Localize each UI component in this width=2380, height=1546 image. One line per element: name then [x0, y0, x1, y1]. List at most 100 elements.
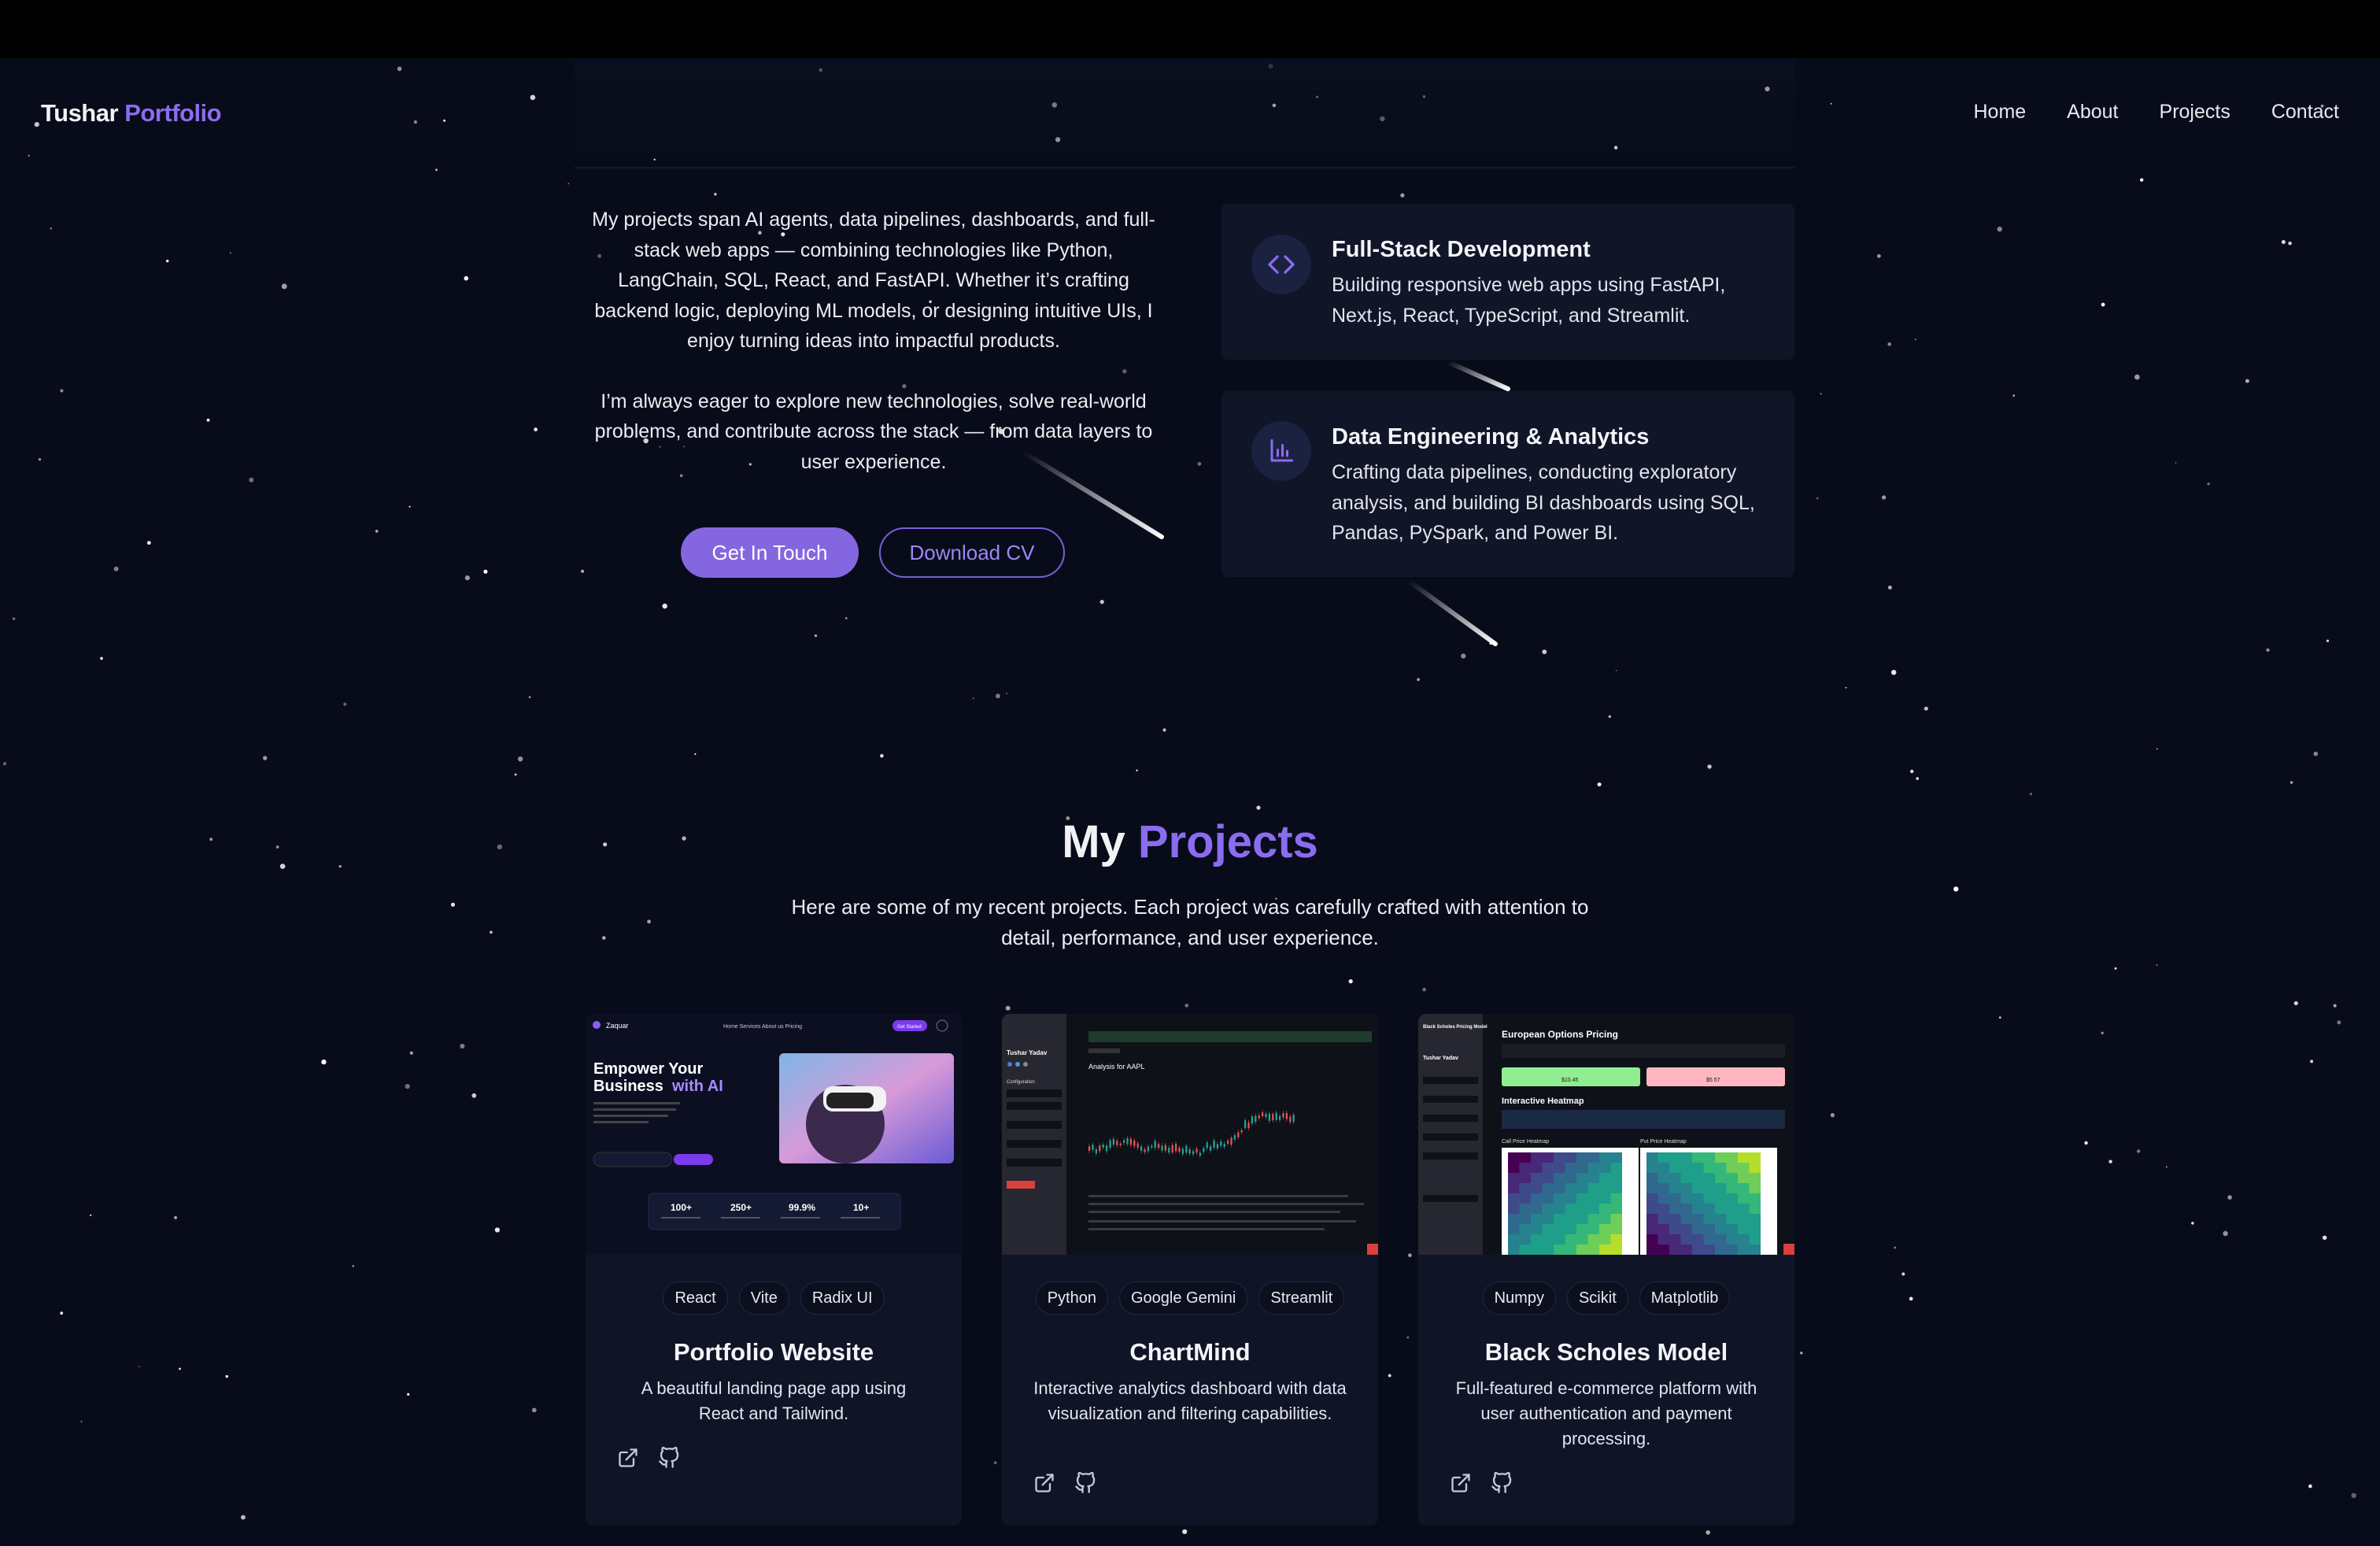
heatmap-cell [1599, 1183, 1611, 1193]
nav-contact[interactable]: Contact [2271, 101, 2339, 124]
heatmap-cell [1646, 1234, 1658, 1245]
star [844, 617, 848, 620]
candle [1272, 1114, 1274, 1121]
star [814, 634, 818, 638]
nav-home[interactable]: Home [1973, 101, 2026, 124]
star [1845, 686, 1847, 689]
project-card-portfolio[interactable]: Zaquar Home Services About us Pricing Ge… [586, 1014, 962, 1526]
star [1820, 393, 1822, 395]
heatmap-cell [1519, 1152, 1531, 1163]
heatmap-cell [1646, 1214, 1658, 1224]
candle [1158, 1144, 1160, 1148]
heatmap-cell [1508, 1204, 1520, 1214]
heatmap-cell [1738, 1183, 1750, 1193]
heatmap-cell [1715, 1214, 1727, 1224]
star [352, 1265, 354, 1267]
project-card-black-scholes[interactable]: Black Scholes Pricing Model Tushar Yadav… [1418, 1014, 1794, 1526]
heatmap-cell [1726, 1234, 1738, 1245]
candle [1220, 1141, 1222, 1146]
candle [1119, 1143, 1122, 1145]
heatmap-cell [1542, 1163, 1554, 1173]
skill-card-fullstack: Full-Stack Development Building responsi… [1221, 204, 1794, 360]
heatmap-cell [1554, 1234, 1565, 1245]
nav-about[interactable]: About [2067, 101, 2118, 124]
external-link-icon[interactable] [1032, 1470, 1057, 1496]
heatmap-cell [1669, 1193, 1681, 1204]
heatmap-cell [1669, 1183, 1681, 1193]
candle [1116, 1141, 1118, 1145]
star [2101, 302, 2105, 307]
heatmap-cell [1703, 1152, 1715, 1163]
heatmap-cell [1692, 1245, 1704, 1255]
heatmap-cell [1738, 1224, 1750, 1234]
star [50, 227, 53, 230]
project-title: Black Scholes Model [1484, 1338, 1728, 1366]
star [139, 1366, 140, 1367]
heatmap-cell [1508, 1152, 1520, 1163]
heatmap-cell [1680, 1245, 1692, 1255]
github-icon[interactable] [656, 1445, 682, 1470]
heatmap-cell [1726, 1183, 1738, 1193]
candle [1151, 1145, 1153, 1148]
star [229, 252, 231, 254]
star [1998, 1016, 2001, 1019]
get-in-touch-button[interactable]: Get In Touch [681, 527, 859, 578]
heatmap-cell [1554, 1152, 1565, 1163]
heatmap-cell [1703, 1214, 1715, 1224]
heatmap-cell [1565, 1193, 1576, 1204]
skill-card-data: Data Engineering & Analytics Crafting da… [1221, 391, 1794, 577]
browser-top-bar [0, 0, 2380, 58]
tag-list: React Vite Radix UI [586, 1282, 962, 1315]
heatmap-cell [1726, 1245, 1738, 1255]
about-paragraph-1: My projects span AI agents, data pipelin… [592, 209, 1155, 352]
heatmap-cell [1749, 1224, 1761, 1234]
heatmap-cell [1703, 1193, 1715, 1204]
candle [1255, 1115, 1257, 1122]
heatmap-cell [1715, 1173, 1727, 1183]
heatmap-cell [1692, 1224, 1704, 1234]
star [1953, 886, 1959, 892]
heatmap-cell [1669, 1234, 1681, 1245]
project-thumbnail[interactable]: Zaquar Home Services About us Pricing Ge… [586, 1014, 962, 1255]
tag: Matplotlib [1639, 1282, 1731, 1315]
star [2207, 483, 2210, 486]
github-icon[interactable] [1489, 1470, 1514, 1496]
heatmap-cell [1610, 1152, 1622, 1163]
star [1348, 979, 1353, 984]
heatmap-cell [1680, 1163, 1692, 1173]
star [1891, 670, 1897, 675]
github-icon[interactable] [1073, 1470, 1098, 1496]
heatmap-cell [1726, 1163, 1738, 1173]
project-card-chartmind[interactable]: Tushar Yadav Configuration Analysis for … [1002, 1014, 1378, 1526]
candle [1223, 1143, 1225, 1147]
star [1005, 1005, 1011, 1011]
nav-projects[interactable]: Projects [2160, 101, 2230, 124]
brand-logo[interactable]: Tushar Portfolio [41, 99, 222, 128]
brand-first: Tushar [41, 99, 119, 127]
heatmap-cell [1554, 1224, 1565, 1234]
star [451, 902, 455, 907]
candle [1171, 1145, 1173, 1152]
heatmap-cell [1554, 1183, 1565, 1193]
candle [1203, 1148, 1205, 1152]
candle [1282, 1113, 1284, 1118]
thumb-section: Configuration [1007, 1080, 1035, 1085]
heatmap-cell [1703, 1234, 1715, 1245]
heatmap-cell [1658, 1173, 1669, 1183]
project-thumbnail[interactable]: Black Scholes Pricing Model Tushar Yadav… [1418, 1014, 1794, 1255]
project-thumbnail[interactable]: Tushar Yadav Configuration Analysis for … [1002, 1014, 1378, 1255]
heatmap-cell [1531, 1204, 1543, 1214]
external-link-icon[interactable] [615, 1445, 641, 1470]
heatmap-cell [1599, 1245, 1611, 1255]
heatmap-cell [1587, 1193, 1599, 1204]
heatmap-cell [1576, 1214, 1588, 1224]
thumb-headline-2: Business [593, 1078, 663, 1095]
external-link-icon[interactable] [1448, 1470, 1473, 1496]
project-links [1032, 1470, 1098, 1496]
heatmap-cell [1531, 1214, 1543, 1224]
download-cv-button[interactable]: Download CV [879, 527, 1065, 578]
thumb-title: European Options Pricing [1502, 1029, 1618, 1040]
heatmap-cell [1565, 1245, 1576, 1255]
heatmap-cell [1610, 1193, 1622, 1204]
thumb-headline-3: with AI [671, 1078, 723, 1095]
